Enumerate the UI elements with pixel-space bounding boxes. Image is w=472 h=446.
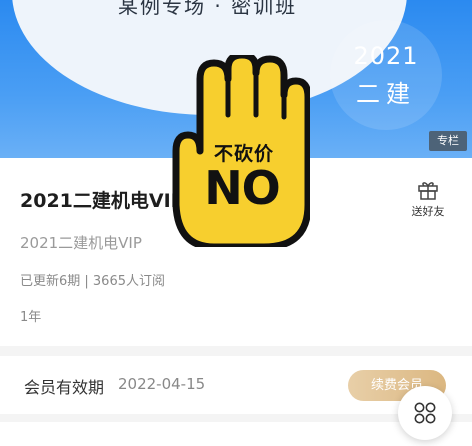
floating-menu-button[interactable] bbox=[398, 386, 452, 440]
column-tag: 专栏 bbox=[429, 131, 467, 151]
membership-label: 会员有效期 bbox=[24, 378, 105, 397]
course-subtitle: 2021二建机电VIP bbox=[20, 234, 142, 252]
gift-friend-button[interactable]: 送好友 bbox=[405, 176, 451, 222]
course-title: 2021二建机电VIP bbox=[20, 190, 185, 212]
gift-icon bbox=[418, 182, 438, 200]
no-bargain-sticker: 不砍价 NO bbox=[170, 51, 312, 251]
year-badge-year: 2021 bbox=[353, 42, 419, 70]
grid-menu-icon bbox=[414, 402, 436, 424]
membership-expiry-date: 2022-04-15 bbox=[118, 375, 206, 393]
sticker-no-text: NO bbox=[204, 161, 281, 215]
banner-caption: 某例专场 · 密训班 bbox=[118, 0, 298, 18]
course-detail-page: 某例专场 · 密训班 2021 二建 专栏 2021二建机电VIP 送好友 20… bbox=[0, 0, 472, 446]
course-stats: 已更新6期 | 3665人订阅 bbox=[20, 274, 165, 289]
year-badge-category: 二建 bbox=[356, 80, 416, 108]
course-duration: 1年 bbox=[20, 310, 42, 325]
gift-friend-label: 送好友 bbox=[411, 205, 445, 218]
year-badge: 2021 二建 bbox=[330, 20, 442, 130]
